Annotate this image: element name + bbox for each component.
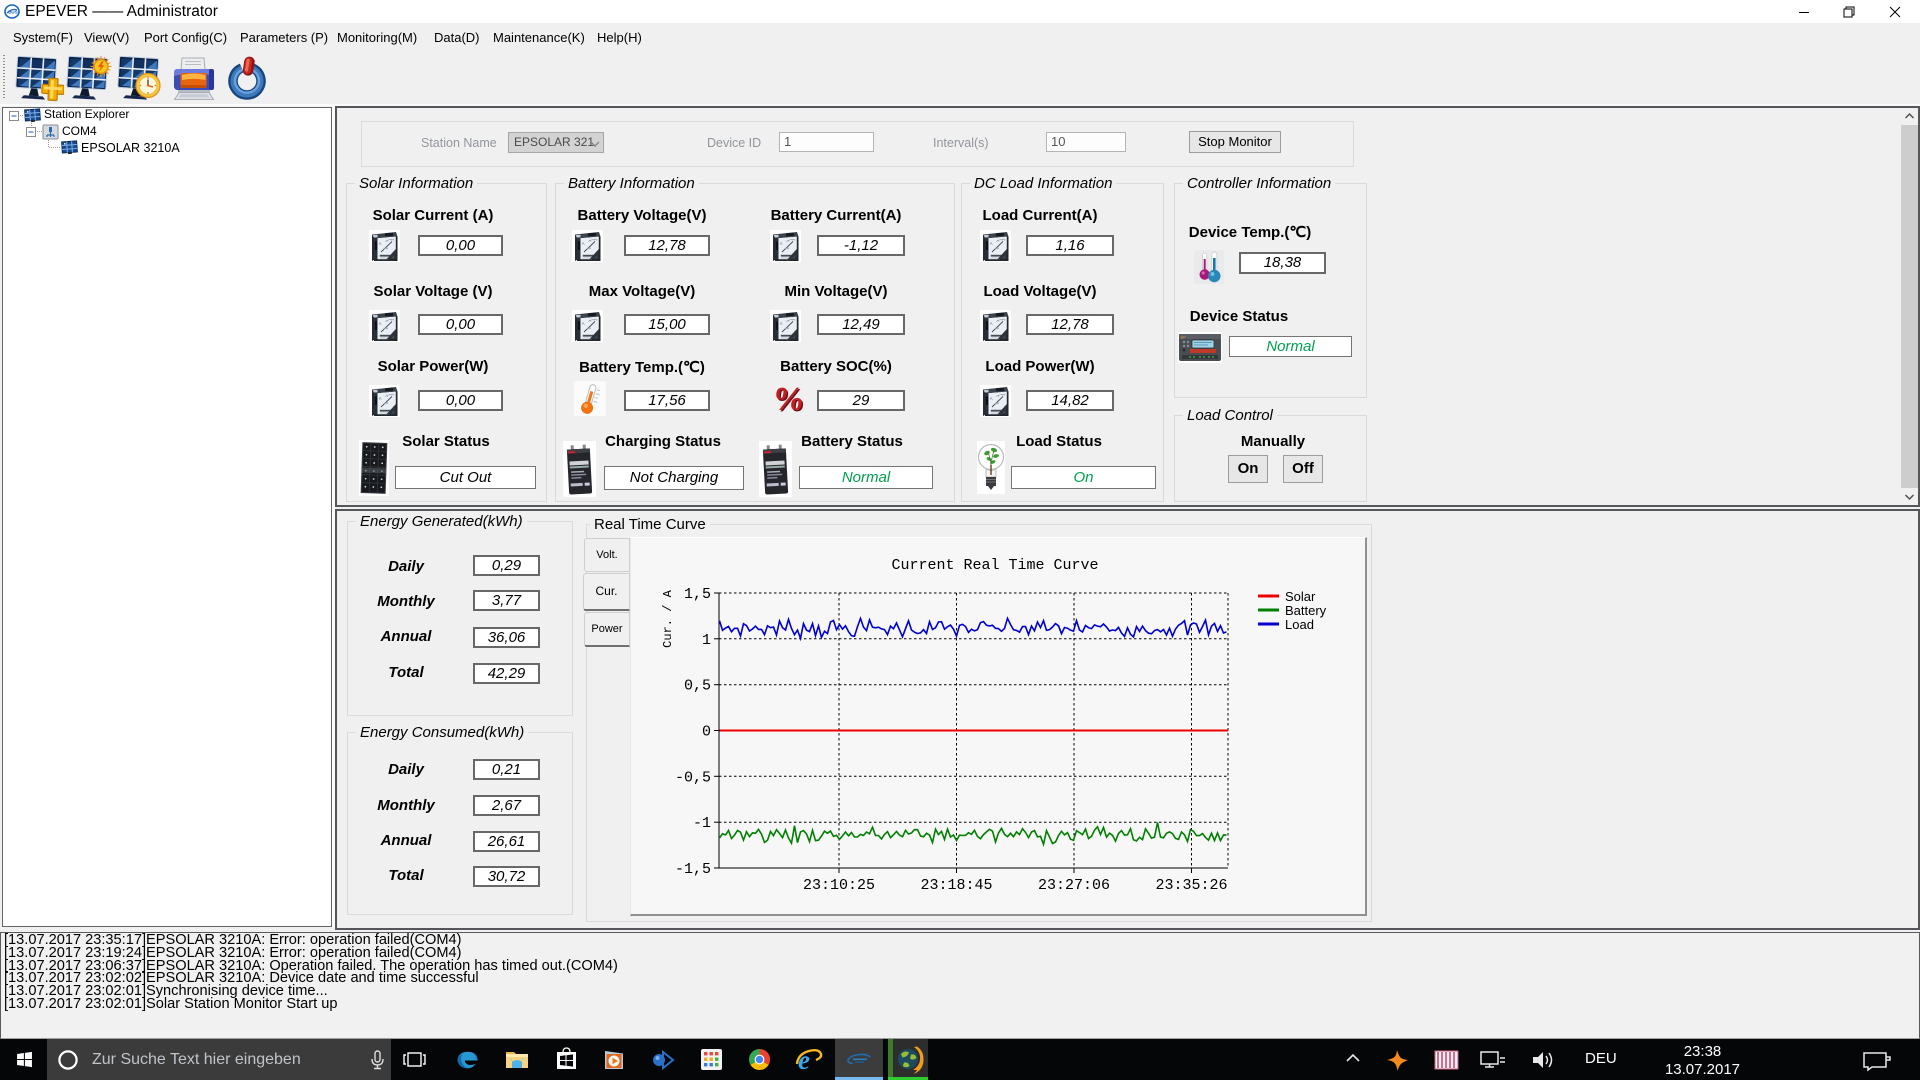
svg-text:Cur. / A: Cur. / A — [661, 589, 675, 647]
svg-text:23:18:45: 23:18:45 — [920, 877, 992, 894]
svg-text:-1,5: -1,5 — [675, 861, 711, 878]
svg-text:23:27:06: 23:27:06 — [1038, 877, 1110, 894]
svg-text:-0,5: -0,5 — [675, 769, 711, 786]
svg-text:Solar: Solar — [1285, 589, 1316, 604]
svg-text:23:10:25: 23:10:25 — [803, 877, 875, 894]
svg-text:e: e — [798, 1045, 810, 1075]
svg-text:23:35:26: 23:35:26 — [1155, 877, 1227, 894]
svg-text:Current Real Time Curve: Current Real Time Curve — [891, 557, 1098, 574]
svg-text:-1: -1 — [693, 815, 711, 832]
svg-text:0,5: 0,5 — [684, 678, 711, 695]
svg-text:Load: Load — [1285, 617, 1314, 632]
svg-text:1: 1 — [702, 632, 711, 649]
svg-text:1,5: 1,5 — [684, 586, 711, 603]
svg-text:Battery: Battery — [1285, 603, 1327, 618]
svg-text:0: 0 — [702, 724, 711, 741]
